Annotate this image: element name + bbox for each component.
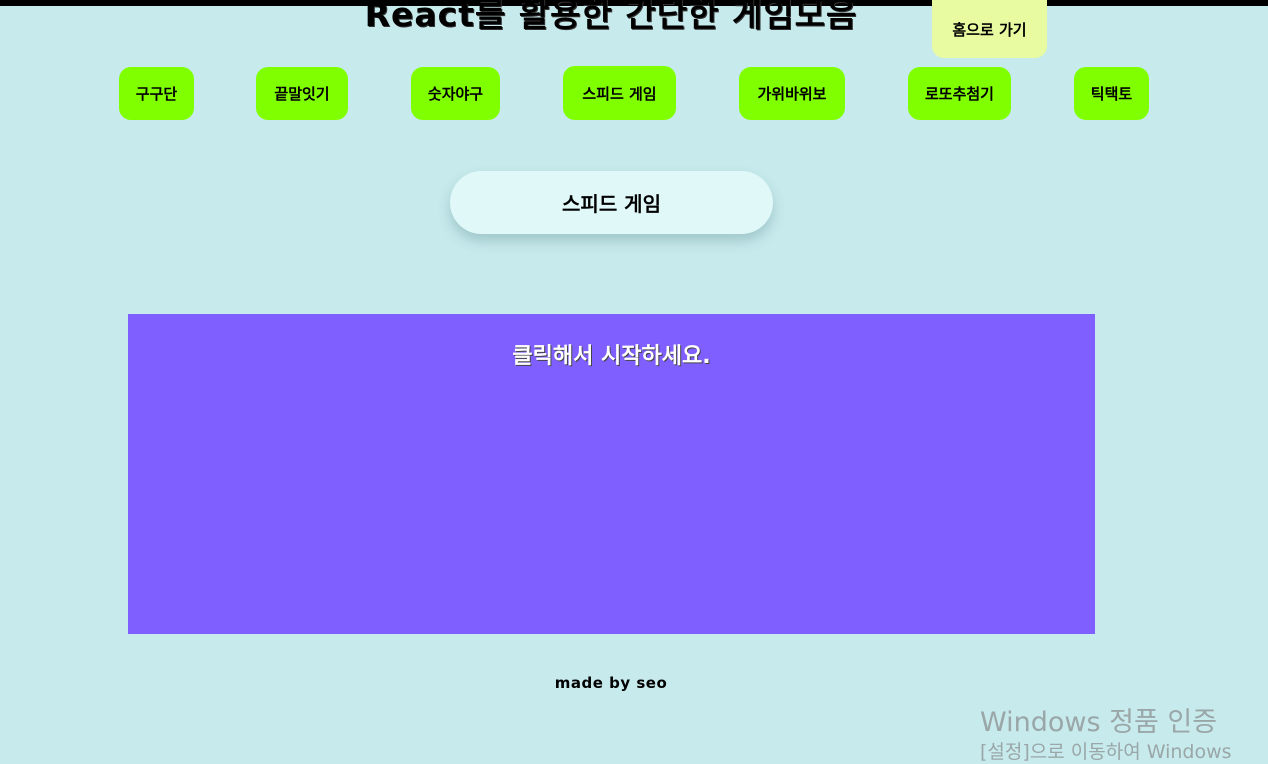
speed-game-screen[interactable]: 클릭해서 시작하세요. [128,314,1095,634]
nav-button-word-chain[interactable]: 끝말잇기 [256,67,348,120]
windows-activation-subtitle: [설정]으로 이동하여 Windows [980,741,1232,763]
game-title-pill: 스피드 게임 [450,171,773,234]
windows-activation-title: Windows 정품 인증 [980,707,1218,738]
home-button[interactable]: 홈으로 가기 [932,0,1047,58]
nav-button-tictactoe[interactable]: 틱택토 [1074,67,1149,120]
screen-message: 클릭해서 시작하세요. [512,344,711,369]
nav-button-gugudan[interactable]: 구구단 [119,67,194,120]
nav-button-speed-game[interactable]: 스피드 게임 [563,66,676,120]
nav-button-lotto[interactable]: 로또추첨기 [908,67,1011,120]
nav-button-number-baseball[interactable]: 숫자야구 [411,67,500,120]
nav-button-rock-paper-scissors[interactable]: 가위바위보 [739,67,845,120]
footer-credit: made by seo [554,674,668,692]
